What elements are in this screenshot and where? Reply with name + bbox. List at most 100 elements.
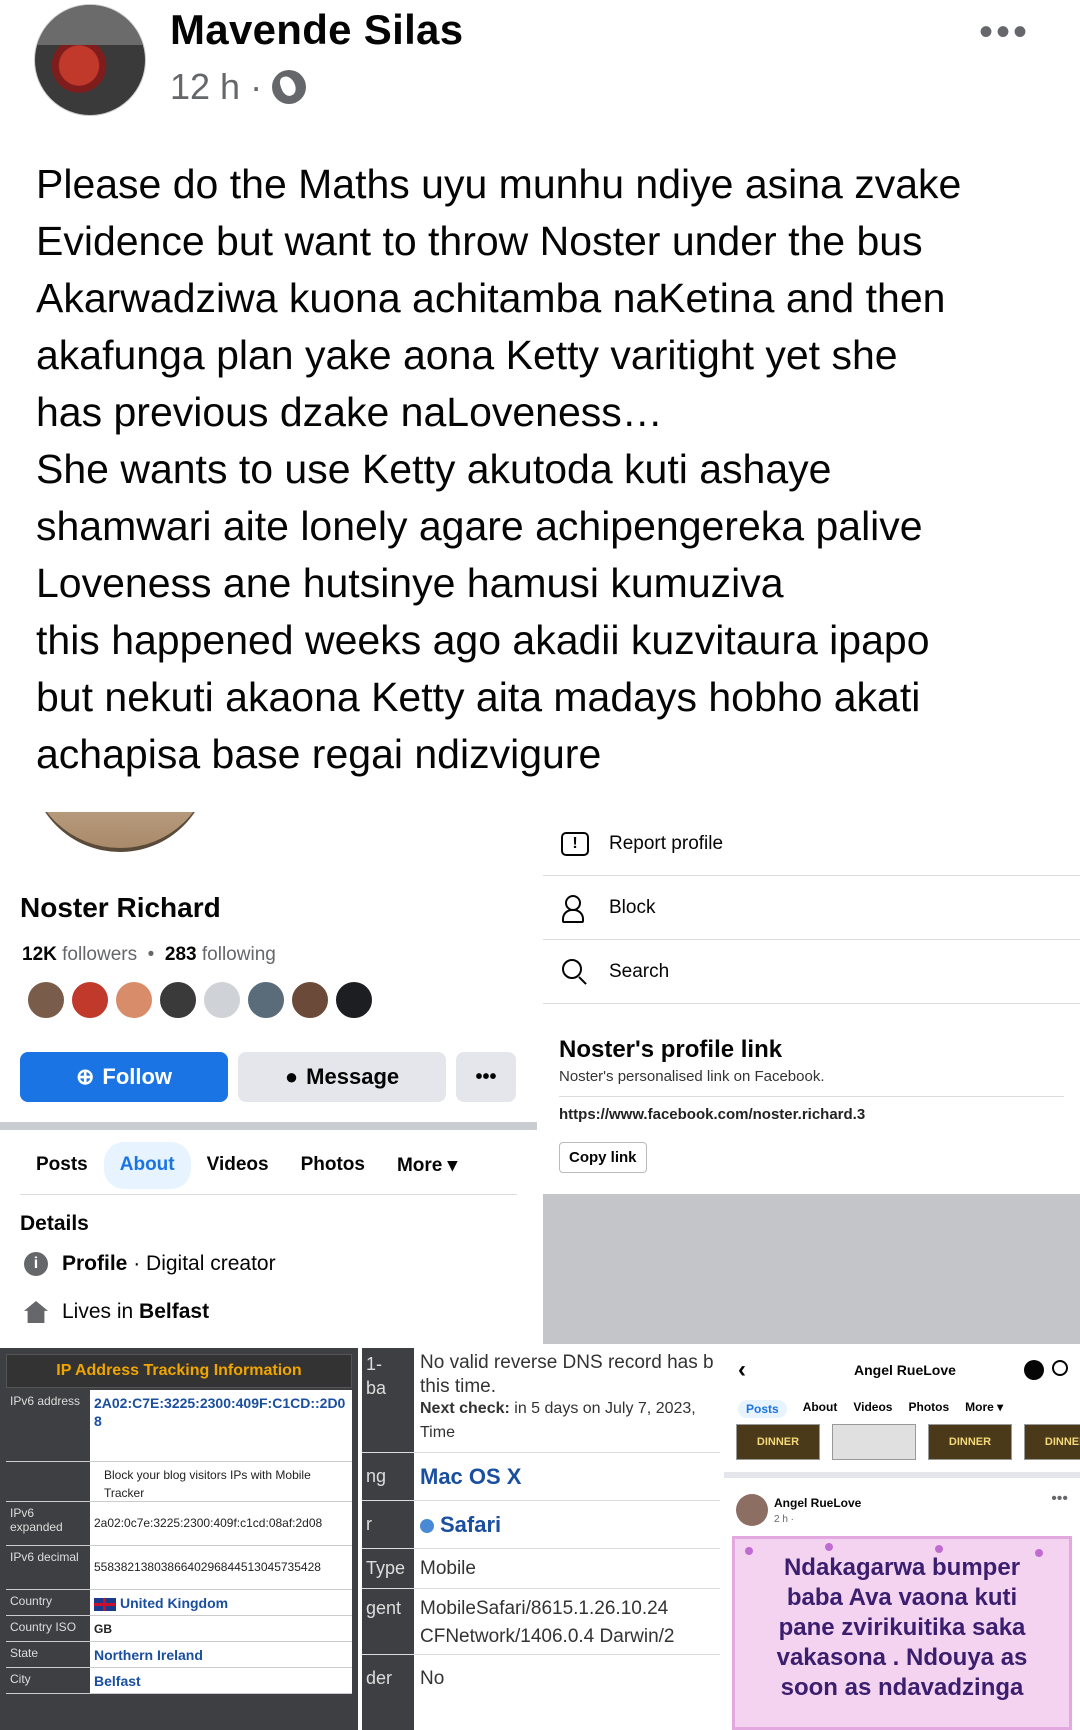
user-agent: MobileSafari/8615.1.26.10.24 xyxy=(420,1598,669,1619)
profile-label: Profile xyxy=(62,1252,128,1275)
menu-block[interactable]: Block xyxy=(543,876,1080,940)
divider xyxy=(362,1588,720,1589)
post-author[interactable]: Angel RueLove xyxy=(774,1496,861,1510)
follow-counts: 12K followers • 283 following xyxy=(22,944,276,965)
tab-posts[interactable]: Posts xyxy=(738,1400,787,1418)
message-label: Message xyxy=(306,1064,400,1089)
browser-info-screenshot: 1- ba No valid reverse DNS record has b … xyxy=(362,1348,720,1730)
divider xyxy=(0,1122,537,1130)
backdrop xyxy=(543,1194,1080,1344)
uk-flag-icon xyxy=(94,1597,116,1611)
ip-row: IPv6 address 2A02:C7E:3225:2300:409F:C1C… xyxy=(6,1390,352,1462)
report-icon: ! xyxy=(561,831,589,856)
post-line: Evidence but want to throw Noster under … xyxy=(36,218,923,264)
card-line: soon as ndavadzinga xyxy=(780,1674,1024,1701)
tab-photos[interactable]: Photos xyxy=(908,1400,949,1418)
friend-avatar xyxy=(334,980,374,1020)
lives-prefix: Lives in xyxy=(62,1300,140,1323)
row-key: ba xyxy=(366,1378,387,1398)
more-button[interactable]: ••• xyxy=(456,1052,516,1102)
row-key: gent xyxy=(366,1598,402,1618)
profile-name: Noster Richard xyxy=(20,892,221,923)
post-line: has previous dzake naLoveness… xyxy=(36,389,663,435)
user-agent: CFNetwork/1406.0.4 Darwin/2 xyxy=(420,1626,675,1647)
photo-thumb[interactable]: DINNER xyxy=(928,1424,1012,1460)
post-line: Please do the Maths uyu munhu ndiye asin… xyxy=(36,161,962,207)
next-check: Next check: in 5 days on July 7, 2023, xyxy=(420,1400,696,1418)
tab-photos[interactable]: Photos xyxy=(285,1142,381,1189)
tab-posts[interactable]: Posts xyxy=(20,1142,104,1189)
friend-avatar xyxy=(158,980,198,1020)
lives-city[interactable]: Belfast xyxy=(139,1300,209,1323)
card-text: Ndakagarwa bumper baba Ava vaona kuti pa… xyxy=(735,1553,1069,1703)
divider xyxy=(362,1548,720,1549)
post-line: Loveness ane hutsinye hamusi kumuziva xyxy=(36,560,784,606)
ip-ad-text[interactable]: Block your blog visitors IPs with Mobile… xyxy=(90,1462,352,1501)
ip-value: GB xyxy=(90,1616,352,1641)
photo-thumb[interactable]: DINNER xyxy=(736,1424,820,1460)
photo-thumb[interactable] xyxy=(832,1424,916,1460)
avatar[interactable] xyxy=(736,1494,768,1526)
divider xyxy=(20,1194,517,1195)
divider xyxy=(362,1500,720,1501)
angel-title: Angel RueLove xyxy=(854,1362,956,1378)
post-line: akafunga plan yake aona Ketty varitight … xyxy=(36,332,898,378)
text-post-card: Ndakagarwa bumper baba Ava vaona kuti pa… xyxy=(732,1536,1072,1730)
profile-screenshot[interactable]: Noster Richard 12K followers • 283 follo… xyxy=(0,812,537,1344)
tab-videos[interactable]: Videos xyxy=(191,1142,285,1189)
next-check-value: in 5 days on July 7, 2023, xyxy=(509,1400,696,1417)
follow-button[interactable]: ⊕ Follow xyxy=(20,1052,228,1102)
search-icon[interactable] xyxy=(1052,1360,1068,1376)
tab-about[interactable]: About xyxy=(103,1142,191,1189)
post-line: shamwari aite lonely agare achipengereka… xyxy=(36,503,923,549)
info-icon: i xyxy=(24,1252,48,1276)
card-line: vakasona . Ndouya as xyxy=(776,1644,1028,1671)
tab-videos[interactable]: Videos xyxy=(853,1400,892,1418)
detail-lives: Lives in Belfast xyxy=(24,1300,209,1324)
row-key: 1- xyxy=(366,1354,383,1374)
ip-key: IPv6 decimal xyxy=(6,1546,90,1589)
profile-link-subtitle: Noster's personalised link on Facebook. xyxy=(559,1068,825,1085)
ip-row: State Northern Ireland xyxy=(6,1642,352,1668)
message-button[interactable]: ● Message xyxy=(238,1052,446,1102)
ip-row: Block your blog visitors IPs with Mobile… xyxy=(6,1462,352,1502)
ip-value: 2a02:0c7e:3225:2300:409f:c1cd:08af:2d08 xyxy=(90,1502,352,1545)
author-avatar[interactable] xyxy=(34,4,146,116)
tab-more[interactable]: More ▾ xyxy=(965,1400,1003,1418)
copy-link-button[interactable]: Copy link xyxy=(559,1142,647,1173)
ip-row: IPv6 decimal 558382138038664029684451304… xyxy=(6,1546,352,1590)
profile-link-url[interactable]: https://www.facebook.com/noster.richard.… xyxy=(559,1106,865,1123)
back-icon[interactable]: ‹ xyxy=(738,1356,746,1384)
angel-tabs: Posts About Videos Photos More ▾ xyxy=(738,1400,1003,1418)
tab-more[interactable]: More ▾ xyxy=(381,1142,473,1189)
friend-avatar xyxy=(246,980,286,1020)
post-time[interactable]: 12 h xyxy=(170,66,240,108)
row-key: Type xyxy=(366,1558,406,1578)
messenger-icon[interactable] xyxy=(1024,1360,1044,1380)
ip-key xyxy=(6,1462,90,1501)
ip-value: Northern Ireland xyxy=(90,1642,352,1667)
ip-tracking-screenshot: IP Address Tracking Information IPv6 add… xyxy=(0,1348,358,1730)
post-line: but nekuti akaona Ketty aita madays hobh… xyxy=(36,674,921,720)
tab-about[interactable]: About xyxy=(803,1400,838,1418)
profile-photo xyxy=(30,812,210,852)
menu-search[interactable]: Search xyxy=(543,940,1080,1004)
ip-value: 2A02:C7E:3225:2300:409F:C1CD::2D08 xyxy=(90,1390,352,1461)
dns-text: this time. xyxy=(420,1376,497,1397)
divider xyxy=(559,1096,1064,1097)
os-value: Mac OS X xyxy=(420,1464,522,1489)
search-label: Search xyxy=(609,960,670,982)
card-line: baba Ava vaona kuti xyxy=(786,1584,1018,1611)
friend-avatar xyxy=(70,980,110,1020)
ip-row: Country ISO GB xyxy=(6,1616,352,1642)
more-options-icon[interactable]: ••• xyxy=(1051,1490,1068,1508)
post-line: this happened weeks ago akadii kuzvitaur… xyxy=(36,617,930,663)
following-count: 283 xyxy=(164,944,197,965)
globe-icon xyxy=(272,70,307,104)
author-name[interactable]: Mavende Silas xyxy=(170,6,463,54)
post-header: Mavende Silas 12 h · ••• xyxy=(0,0,1080,140)
photo-thumb[interactable]: DINNER xyxy=(1024,1424,1080,1460)
report-label: Report profile xyxy=(609,832,724,854)
more-options-icon[interactable]: ••• xyxy=(979,10,1030,55)
menu-report[interactable]: ! Report profile xyxy=(543,812,1080,876)
